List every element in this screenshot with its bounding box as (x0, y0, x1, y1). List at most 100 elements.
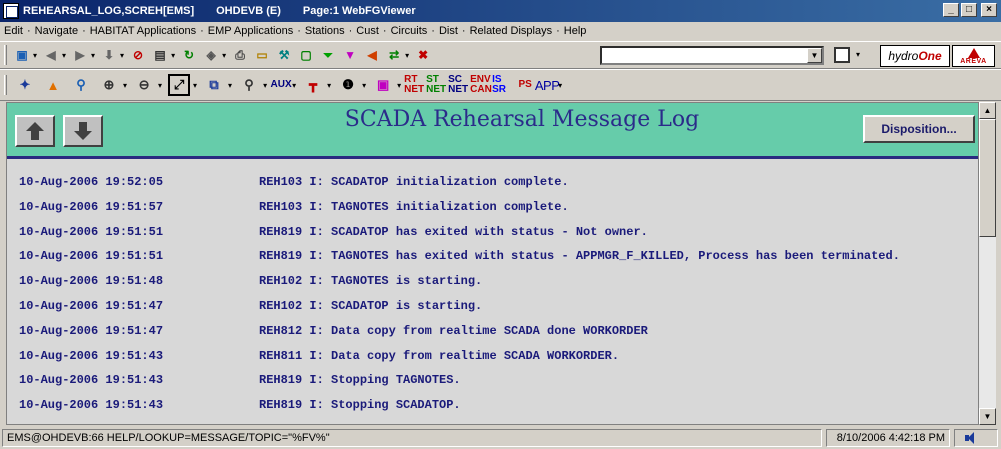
find-person-icon[interactable]: ⚲ (70, 74, 92, 96)
log-row[interactable]: 10-Aug-2006 19:51:48 REH102 I: TAGNOTES … (7, 270, 978, 295)
tap-changer-icon[interactable]: ┳ (302, 74, 324, 96)
log-row[interactable]: 10-Aug-2006 19:51:47 REH102 I: SCADATOP … (7, 295, 978, 320)
chevron-down-icon[interactable]: ▾ (120, 51, 124, 60)
chevron-down-icon[interactable]: ▾ (362, 81, 366, 90)
chevron-down-icon[interactable]: ▾ (123, 81, 127, 90)
env-can-button[interactable]: ENV CAN (470, 74, 492, 96)
disposition-button[interactable]: Disposition... (863, 115, 975, 143)
chevron-down-icon[interactable]: ▾ (856, 50, 860, 59)
log-row[interactable]: 10-Aug-2006 19:51:51 REH819 I: SCADATOP … (7, 221, 978, 246)
info-icon[interactable]: ❶ (337, 74, 359, 96)
page-up-button[interactable] (15, 115, 55, 147)
maximize-button[interactable]: □ (961, 3, 977, 17)
zoom-in-icon[interactable]: ⊕ (98, 74, 120, 96)
search-icon[interactable]: ⚲ (238, 74, 260, 96)
fit-screen-icon[interactable]: ⤢ (168, 74, 191, 96)
move-icon[interactable]: ⇄ (385, 46, 403, 64)
chevron-down-icon[interactable]: ▾ (228, 81, 232, 90)
app-icon[interactable] (3, 3, 19, 19)
log-row[interactable]: 10-Aug-2006 19:51:43 REH811 I: Data copy… (7, 345, 978, 370)
status-text: EMS@OHDEVB:66 HELP/LOOKUP=MESSAGE/TOPIC=… (2, 429, 822, 447)
back-icon[interactable]: ◀ (42, 46, 60, 64)
down-circle-icon[interactable]: ⬇ (100, 46, 118, 64)
ps-button[interactable]: PS (514, 74, 536, 96)
comment-icon[interactable]: ▢ (297, 46, 315, 64)
menu-habitat-applications[interactable]: HABITAT Applications (90, 25, 196, 37)
log-timestamp: 10-Aug-2006 19:52:05 (19, 175, 164, 189)
chevron-down-icon[interactable]: ▾ (263, 81, 267, 90)
menu-help[interactable]: Help (564, 25, 587, 37)
log-row[interactable]: 10-Aug-2006 19:51:43 REH819 I: Stopping … (7, 369, 978, 394)
page-down-button[interactable] (63, 115, 103, 147)
close-button[interactable]: × (981, 3, 997, 17)
chevron-down-icon[interactable]: ▾ (158, 81, 162, 90)
log-row[interactable]: 10-Aug-2006 19:51:51 REH819 I: TAGNOTES … (7, 245, 978, 270)
scroll-down-icon[interactable]: ▼ (979, 408, 996, 425)
menu-navigate[interactable]: Navigate (35, 25, 78, 37)
chevron-down-icon[interactable]: ▾ (397, 81, 401, 90)
menu-circuits[interactable]: Circuits (391, 25, 428, 37)
speaker-icon[interactable] (965, 432, 979, 444)
window-toggle-icon[interactable] (834, 47, 850, 63)
chevron-down-icon[interactable]: ▼ (807, 48, 822, 63)
chevron-down-icon[interactable]: ▾ (558, 81, 562, 90)
vertical-scrollbar[interactable]: ▲ ▼ (979, 102, 996, 425)
menu-stations[interactable]: Stations (305, 25, 345, 37)
rt-net-button[interactable]: RT NET (404, 74, 426, 96)
toolbar-grip[interactable] (4, 75, 7, 95)
chevron-down-icon[interactable]: ▾ (193, 81, 197, 90)
menu-emp-applications[interactable]: EMP Applications (208, 25, 293, 37)
menu-cust[interactable]: Cust (356, 25, 379, 37)
stop-icon[interactable]: ⊘ (129, 46, 147, 64)
chevron-down-icon[interactable]: ▾ (62, 51, 66, 60)
back-arrow-icon[interactable]: ◀ (363, 46, 381, 64)
display-combo[interactable]: ▼ (600, 46, 824, 65)
status-bar: EMS@OHDEVB:66 HELP/LOOKUP=MESSAGE/TOPIC=… (0, 427, 1001, 449)
menu-related-displays[interactable]: Related Displays (470, 25, 553, 37)
toolbar-grip[interactable] (4, 45, 7, 65)
log-timestamp: 10-Aug-2006 19:51:43 (19, 373, 164, 388)
chevron-down-icon[interactable]: ▾ (33, 51, 37, 60)
aux-button[interactable]: AUX (270, 74, 292, 96)
bell-icon[interactable]: ▲ (42, 74, 64, 96)
save-icon[interactable]: ▤ (151, 46, 169, 64)
menu-dist[interactable]: Dist (439, 25, 458, 37)
log-message: REH103 I: SCADATOP initialization comple… (259, 175, 569, 189)
chevron-down-icon[interactable]: ▾ (292, 81, 296, 90)
chevron-down-icon[interactable]: ▾ (91, 51, 95, 60)
delete-icon[interactable]: ✖ (414, 46, 432, 64)
is-sr-button[interactable]: IS SR (492, 74, 514, 96)
refresh-icon[interactable]: ↻ (180, 46, 198, 64)
menu-edit[interactable]: Edit (4, 25, 23, 37)
log-row[interactable]: 10-Aug-2006 19:52:05 REH103 I: SCADATOP … (7, 171, 978, 196)
zoom-window-icon[interactable]: ⧉ (203, 74, 225, 96)
filter-green-icon[interactable]: ⏷ (319, 46, 337, 64)
zoom-out-icon[interactable]: ⊖ (133, 74, 155, 96)
chevron-down-icon[interactable]: ▾ (222, 51, 226, 60)
log-row[interactable]: 10-Aug-2006 19:51:47 REH812 I: Data copy… (7, 320, 978, 345)
log-message: REH819 I: Stopping SCADATOP. (259, 398, 461, 413)
filter-magenta-icon[interactable]: ▼ (341, 46, 359, 64)
log-row[interactable]: 10-Aug-2006 19:51:57 REH103 I: TAGNOTES … (7, 196, 978, 221)
hydro-one-logo: hydro One (880, 45, 950, 67)
chevron-down-icon[interactable]: ▾ (327, 81, 331, 90)
log-message: REH103 I: TAGNOTES initialization comple… (259, 199, 569, 214)
compass-icon[interactable]: ✦ (14, 74, 36, 96)
package-icon[interactable]: ◈ (202, 46, 220, 64)
scroll-up-icon[interactable]: ▲ (979, 102, 996, 119)
open-folder-icon[interactable]: ▭ (253, 46, 271, 64)
print-icon[interactable]: ⎙ (231, 46, 249, 64)
generation-icon[interactable]: ▣ (372, 74, 394, 96)
log-row[interactable]: 10-Aug-2006 19:51:43 REH819 I: Stopping … (7, 394, 978, 419)
forward-icon[interactable]: ▶ (71, 46, 89, 64)
sc-net-button[interactable]: SC NET (448, 74, 470, 96)
tools-icon[interactable]: ⚒ (275, 46, 293, 64)
chevron-down-icon[interactable]: ▾ (405, 51, 409, 60)
app-button[interactable]: APP (535, 74, 560, 96)
scroll-thumb[interactable] (979, 119, 996, 237)
chevron-down-icon[interactable]: ▾ (171, 51, 175, 60)
areva-triangle-icon (967, 47, 980, 58)
minimize-button[interactable]: _ (943, 3, 959, 17)
st-net-button[interactable]: ST NET (426, 74, 448, 96)
window-icon[interactable]: ▣ (13, 46, 31, 64)
